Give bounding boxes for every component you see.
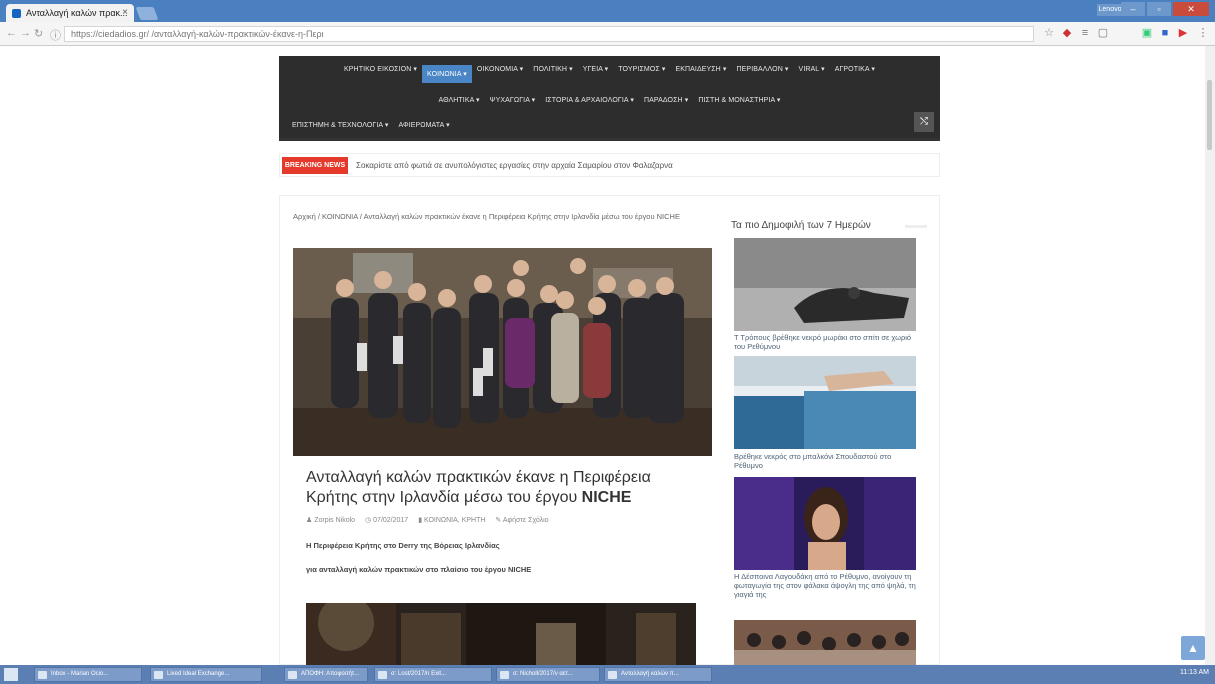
taskbar-item[interactable]: σ: Nicholl/2017/ν αετ... bbox=[496, 667, 600, 682]
browser-tab[interactable]: Ανταλλαγή καλών πρακ... × bbox=[6, 4, 134, 22]
extension2-icon[interactable]: ■ bbox=[1158, 26, 1172, 40]
start-button[interactable] bbox=[4, 668, 18, 681]
nav-item[interactable]: ΙΣΤΟΡΙΑ & ΑΡΧΑΙΟΛΟΓΙΑ ▾ bbox=[540, 96, 639, 104]
nav-item[interactable]: ΠΙΣΤΗ & ΜΟΝΑΣΤΗΡΙΑ ▾ bbox=[693, 96, 785, 104]
nav-row-1: ΚΡΗΤΙΚΟ ΕΙΚΟΣΙΟΝ ▾ ΚΟΙΝΩΝΙΑ ▾ ΟΙΚΟΝΟΜΙΑ ▾ Π… bbox=[279, 65, 940, 83]
article-meta: ♟ Zorpis Nikolo ◷ 07/02/2017 ▮ ΚΟΙΝΩΝΙΑ,… bbox=[306, 516, 549, 524]
nav-item[interactable]: ΕΚΠΑΙΔΕΥΣΗ ▾ bbox=[670, 65, 731, 83]
breaking-news-text[interactable]: Σοκαρίστε από φωτιά σε ανυπολόγιστες εργ… bbox=[356, 161, 673, 170]
nav-item[interactable]: ΨΥΧΑΓΩΓΙΑ ▾ bbox=[485, 96, 541, 104]
nav-item[interactable]: ΠΟΛΙΤΙΚΗ ▾ bbox=[528, 65, 577, 83]
article-hero-image bbox=[293, 248, 712, 456]
extension-icon[interactable]: ◆ bbox=[1060, 26, 1074, 40]
nav-item[interactable]: ΑΘΛΗΤΙΚΑ ▾ bbox=[433, 96, 484, 104]
url-field[interactable]: https://ciedadios.gr/ /ανταλλαγή-καλών-π… bbox=[64, 26, 1034, 42]
sidebar-thumbnail[interactable] bbox=[734, 356, 916, 449]
close-tab-icon[interactable]: × bbox=[122, 7, 128, 18]
tab-title: Ανταλλαγή καλών πρακ... bbox=[26, 8, 128, 18]
secure-icon: ⓘ bbox=[50, 30, 61, 42]
clock: 11:13 AM bbox=[1179, 669, 1209, 676]
os-taskbar: Inbox - Marian Ocio... Lixed Ideal Exchan… bbox=[0, 665, 1215, 684]
nav-row-3: ΕΠΙΣΤΗΜΗ & ΤΕΧΝΟΛΟΓΙΑ ▾ ΑΦΙΕΡΩΜΑΤΑ ▾ bbox=[279, 121, 940, 129]
bookmark-icon[interactable]: ▣ bbox=[1140, 26, 1154, 40]
scrollbar-thumb[interactable] bbox=[1207, 80, 1212, 150]
sidebar-thumbnail[interactable] bbox=[734, 620, 916, 665]
date-meta: ◷ 07/02/2017 bbox=[365, 517, 409, 524]
sidebar-thumbnail[interactable] bbox=[734, 477, 916, 570]
group-photo bbox=[293, 248, 712, 456]
article-title: Ανταλλαγή καλών πρακτικών έκανε η Περιφέ… bbox=[306, 469, 651, 506]
breaking-news-bar: BREAKING NEWS Σοκαρίστε από φωτιά σε ανυ… bbox=[279, 153, 940, 177]
download-icon[interactable]: ▢ bbox=[1096, 26, 1110, 40]
article-paragraph-1: Η Περιφέρεια Κρήτης στο Derry της Βόρεια… bbox=[306, 541, 500, 550]
reload-icon[interactable]: ↻ bbox=[34, 27, 43, 40]
article-second-image bbox=[306, 603, 696, 665]
favicon-icon bbox=[12, 9, 21, 18]
star-icon[interactable]: ☆ bbox=[1042, 26, 1056, 40]
nav-item[interactable]: ΠΕΡΙΒΑΛΛΟΝ ▾ bbox=[732, 65, 794, 83]
taskbar-item[interactable]: ΑΠΟΦΗ: Αποφοιτήτ... bbox=[284, 667, 368, 682]
taskbar-item[interactable]: Inbox - Marian Ocio... bbox=[34, 667, 142, 682]
taskbar-item[interactable]: σ: Lost/2017/n Exit... bbox=[374, 667, 492, 682]
new-tab-button[interactable] bbox=[135, 7, 159, 20]
sidebar-item-caption[interactable]: Τ Τρόπους βρέθηκε νεκρό μωράκι στο σπίτι… bbox=[734, 333, 918, 351]
author-meta[interactable]: ♟ Zorpis Nikolo bbox=[306, 516, 355, 524]
nav-item[interactable]: VIRAL ▾ bbox=[794, 65, 830, 83]
article-title-emphasis: NICHE bbox=[581, 489, 632, 506]
random-article-button[interactable]: ⤭ bbox=[914, 112, 934, 132]
nav-item[interactable]: ΠΑΡΑΔΟΣΗ ▾ bbox=[639, 96, 693, 104]
nav-item[interactable]: ΤΟΥΡΙΣΜΟΣ ▾ bbox=[613, 65, 670, 83]
nav-item[interactable]: ΥΓΕΙΑ ▾ bbox=[578, 65, 614, 83]
taskbar-item[interactable]: Ανταλλαγή καλών π... bbox=[604, 667, 712, 682]
nav-item[interactable]: ΚΡΗΤΙΚΟ ΕΙΚΟΣΙΟΝ ▾ bbox=[339, 65, 422, 83]
minimize-button[interactable]: – bbox=[1121, 2, 1145, 16]
breaking-news-label: BREAKING NEWS bbox=[282, 157, 348, 174]
comments-link[interactable]: ✎ Αφήστε Σχόλιο bbox=[495, 516, 548, 524]
sidebar-item-caption[interactable]: Βρέθηκε νεκρός στο μπαλκόνι Σπουδαστού σ… bbox=[734, 452, 918, 470]
scroll-to-top-button[interactable]: ▲ bbox=[1181, 636, 1205, 660]
sidebar-thumbnail[interactable] bbox=[734, 238, 916, 331]
address-bar-row: ← → ↻ ⓘ https://ciedadios.gr/ /ανταλλαγή… bbox=[0, 22, 1215, 46]
category-meta[interactable]: ▮ ΚΟΙΝΩΝΙΑ, ΚΡΗΤΗ bbox=[418, 516, 485, 524]
close-window-button[interactable]: ✕ bbox=[1173, 2, 1209, 16]
nav-row-2: ΑΘΛΗΤΙΚΑ ▾ ΨΥΧΑΓΩΓΙΑ ▾ ΙΣΤΟΡΙΑ & ΑΡΧΑΙΟΛΟΓ… bbox=[279, 96, 940, 104]
sidebar-title-line bbox=[905, 225, 927, 228]
taskbar-item[interactable]: Lixed Ideal Exchange... bbox=[150, 667, 262, 682]
nav-item[interactable]: ΕΠΙΣΤΗΜΗ & ΤΕΧΝΟΛΟΓΙΑ ▾ bbox=[287, 121, 393, 129]
nav-item[interactable]: ΑΓΡΟΤΙΚΑ ▾ bbox=[830, 65, 880, 83]
sidebar-title: Τα πιο Δημοφιλή των 7 Ημερών bbox=[731, 220, 871, 231]
nav-item[interactable]: ΑΦΙΕΡΩΜΑΤΑ ▾ bbox=[393, 121, 454, 129]
article-paragraph-2: για ανταλλαγή καλών πρακτικών στο πλαίσι… bbox=[306, 565, 532, 574]
browser-tab-bar: Ανταλλαγή καλών πρακ... × Lenovo – ▫ ✕ bbox=[0, 0, 1215, 22]
more-icon[interactable]: ⋮ bbox=[1196, 26, 1210, 40]
nav-item[interactable]: ΚΟΙΝΩΝΙΑ ▾ bbox=[422, 65, 472, 83]
youtube-icon[interactable]: ▶ bbox=[1176, 26, 1190, 40]
maximize-button[interactable]: ▫ bbox=[1147, 2, 1171, 16]
back-icon[interactable]: ← bbox=[6, 27, 17, 39]
profile-button[interactable]: Lenovo bbox=[1097, 4, 1123, 16]
nav-item[interactable]: ΟΙΚΟΝΟΜΙΑ ▾ bbox=[472, 65, 528, 83]
main-navigation: ΚΡΗΤΙΚΟ ΕΙΚΟΣΙΟΝ ▾ ΚΟΙΝΩΝΙΑ ▾ ΟΙΚΟΝΟΜΙΑ ▾ Π… bbox=[279, 56, 940, 141]
window-controls: – ▫ ✕ bbox=[1121, 2, 1209, 16]
breadcrumb[interactable]: Αρχική / ΚΟΙΝΩΝΙΑ / Ανταλλαγή καλών πρακ… bbox=[293, 212, 683, 222]
menu-icon[interactable]: ≡ bbox=[1078, 26, 1092, 40]
sidebar-item-caption[interactable]: Η Δέσποινα Λαγουδάκη από το Ρέθυμνο, ανο… bbox=[734, 572, 918, 599]
forward-icon[interactable]: → bbox=[20, 27, 31, 39]
